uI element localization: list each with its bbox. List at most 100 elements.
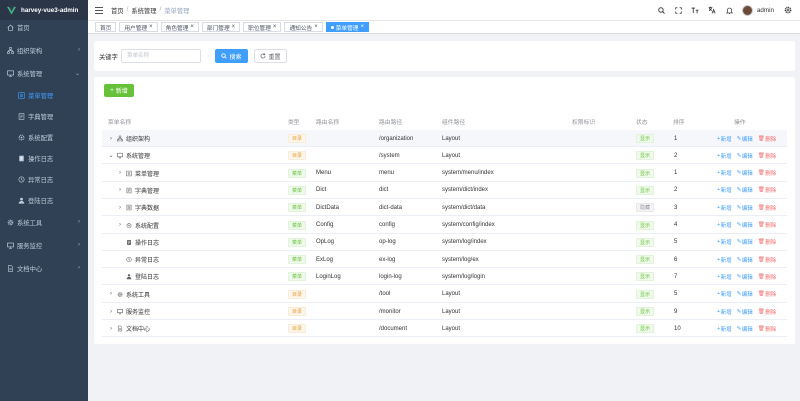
sidebar-item-0[interactable]: 首页 — [0, 21, 88, 33]
sidebar-item-5[interactable]: 系统配置 — [0, 131, 88, 143]
row-add-button[interactable]: + 新增 — [717, 169, 732, 177]
table-row[interactable]: › 服务监控 目录/monitor Layout 显示 9 + 新增 ✎ 编辑 🗑 删除 — [102, 303, 787, 320]
gear-icon[interactable] — [783, 6, 792, 15]
row-delete-button[interactable]: 🗑 删除 — [758, 204, 776, 212]
tag-0[interactable]: 首页 — [95, 22, 117, 32]
row-delete-button[interactable]: 🗑 删除 — [758, 186, 776, 194]
sidebar-item-7[interactable]: 异常日志 — [0, 173, 88, 185]
row-edit-button[interactable]: ✎ 编辑 — [737, 204, 753, 212]
status-badge: 显示 — [636, 185, 655, 195]
row-add-button[interactable]: + 新增 — [717, 325, 732, 333]
table-row[interactable]: › 文档中心 目录/document Layout 显示 10 + 新增 ✎ 编辑 🗑 删除 — [102, 320, 787, 338]
table-row[interactable]: 操作日志 菜单 OpLog op-log system/log/index 显示 5 + 新增… — [102, 234, 787, 251]
row-add-button[interactable]: + 新增 — [717, 204, 732, 212]
row-delete-button[interactable]: 🗑 删除 — [758, 135, 776, 143]
row-edit-button[interactable]: ✎ 编辑 — [737, 273, 753, 281]
sidebar-item-6[interactable]: 操作日志 — [0, 152, 88, 164]
tag-5[interactable]: 通知公告 × — [284, 22, 323, 32]
row-delete-button[interactable]: 🗑 删除 — [758, 152, 776, 160]
sidebar-item-10[interactable]: 服务监控 › — [0, 239, 88, 251]
add-menu-button[interactable]: + 新增 — [104, 84, 134, 97]
font-size-icon[interactable] — [691, 6, 700, 15]
chevron-right-icon[interactable]: › — [108, 136, 114, 142]
close-icon[interactable]: × — [273, 24, 277, 30]
chevron-right-icon[interactable]: › — [108, 326, 114, 332]
row-edit-button[interactable]: ✎ 编辑 — [737, 152, 753, 160]
row-add-button[interactable]: + 新增 — [717, 273, 732, 281]
chevron-right-icon[interactable]: › — [117, 187, 123, 193]
breadcrumb-item-home[interactable]: 首页 — [111, 6, 124, 15]
app-logo[interactable]: harvey-vue3-admin — [0, 0, 88, 20]
bell-icon[interactable] — [725, 6, 734, 15]
row-edit-button[interactable]: ✎ 编辑 — [737, 290, 753, 298]
row-edit-button[interactable]: ✎ 编辑 — [737, 186, 753, 194]
close-icon[interactable]: × — [190, 24, 194, 30]
tag-3[interactable]: 部门管理 × — [201, 22, 241, 32]
chevron-right-icon[interactable]: › — [117, 222, 123, 228]
sidebar-item-2[interactable]: 系统管理 ⌄ — [0, 67, 88, 79]
sidebar-item-3[interactable]: 菜单管理 — [0, 89, 88, 101]
language-icon[interactable] — [708, 6, 717, 15]
table-row[interactable]: › 系统工具 目录/tool Layout 显示 5 + 新增 ✎ 编辑 🗑 删除 — [102, 286, 787, 303]
tag-1[interactable]: 用户管理 × — [119, 22, 158, 32]
breadcrumb-item-system[interactable]: 系统管理 — [131, 6, 156, 15]
row-edit-button[interactable]: ✎ 编辑 — [737, 221, 753, 229]
table-row[interactable]: › 组织架构 目录/organization Layout 显示 1 + 新增 ✎ 编辑 🗑 删… — [102, 130, 787, 147]
sidebar-item-9[interactable]: 系统工具 › — [0, 216, 88, 228]
row-add-button[interactable]: + 新增 — [717, 238, 732, 246]
reset-button[interactable]: 重置 — [254, 49, 287, 63]
close-icon[interactable]: × — [232, 24, 236, 30]
search-button[interactable]: 搜索 — [215, 49, 248, 63]
table-row[interactable]: › 字典数据 菜单 DictData dict-data system/dict/data… — [102, 199, 787, 217]
row-add-button[interactable]: + 新增 — [717, 256, 732, 264]
close-icon[interactable]: × — [314, 24, 318, 30]
sidebar-item-4[interactable]: 字典管理 — [0, 110, 88, 122]
row-add-button[interactable]: + 新增 — [717, 308, 732, 316]
table-row[interactable]: 异常日志 菜单 ExLog ex-log system/log/ex 显示 6 + 新增 ✎ 编… — [102, 251, 787, 269]
row-edit-label: 编辑 — [741, 188, 753, 195]
row-edit-button[interactable]: ✎ 编辑 — [737, 325, 753, 333]
row-add-button[interactable]: + 新增 — [717, 290, 732, 298]
row-add-button[interactable]: + 新增 — [717, 186, 732, 194]
close-icon[interactable]: × — [360, 24, 364, 30]
row-delete-button[interactable]: 🗑 删除 — [758, 325, 776, 333]
row-delete-button[interactable]: 🗑 删除 — [758, 290, 776, 298]
search-icon[interactable] — [657, 6, 666, 15]
row-edit-button[interactable]: ✎ 编辑 — [737, 256, 753, 264]
row-delete-button[interactable]: 🗑 删除 — [758, 221, 776, 229]
tag-4[interactable]: 职位管理 × — [243, 22, 282, 32]
row-edit-button[interactable]: ✎ 编辑 — [737, 308, 753, 316]
chevron-right-icon[interactable]: › — [117, 170, 123, 176]
row-add-button[interactable]: + 新增 — [717, 135, 732, 143]
table-row[interactable]: 登陆日志 菜单 LoginLog login-log system/log/login 显… — [102, 268, 787, 286]
table-row[interactable]: › 菜单管理 菜单 Menu menu system/menu/index 显示 1 + 新增 ✎… — [102, 165, 787, 182]
table-row[interactable]: › 系统配置 菜单 Config config system/config/index 显示… — [102, 217, 787, 234]
chevron-down-icon[interactable]: ⌄ — [108, 152, 114, 159]
table-row[interactable]: ⌄ 系统管理 目录/system Layout 显示 2 + 新增 ✎ 编辑 🗑 删除 — [102, 147, 787, 165]
row-delete-button[interactable]: 🗑 删除 — [758, 169, 776, 177]
hamburger-icon[interactable] — [95, 6, 103, 14]
tag-2[interactable]: 角色管理 × — [160, 22, 199, 32]
row-edit-button[interactable]: ✎ 编辑 — [737, 169, 753, 177]
row-add-button[interactable]: + 新增 — [717, 221, 732, 229]
tag-6[interactable]: 菜单管理 × — [325, 22, 369, 32]
table-row[interactable]: › 字典管理 菜单 Dict dict system/dict/index 显示 2 + 新增 ✎… — [102, 182, 787, 199]
username[interactable]: admin — [757, 7, 774, 14]
fullscreen-icon[interactable] — [674, 6, 683, 15]
row-delete-button[interactable]: 🗑 删除 — [758, 238, 776, 246]
chevron-right-icon[interactable]: › — [117, 205, 123, 211]
row-edit-button[interactable]: ✎ 编辑 — [737, 238, 753, 246]
chevron-right-icon[interactable]: › — [108, 291, 114, 297]
search-input[interactable] — [121, 49, 201, 63]
sidebar-item-11[interactable]: 文档中心 › — [0, 262, 88, 274]
row-delete-button[interactable]: 🗑 删除 — [758, 308, 776, 316]
row-edit-button[interactable]: ✎ 编辑 — [737, 135, 753, 143]
sidebar-item-8[interactable]: 登陆日志 — [0, 194, 88, 206]
row-delete-button[interactable]: 🗑 删除 — [758, 256, 776, 264]
sidebar-item-1[interactable]: 组织架构 › — [0, 44, 88, 56]
row-delete-button[interactable]: 🗑 删除 — [758, 273, 776, 281]
avatar[interactable] — [741, 4, 753, 16]
close-icon[interactable]: × — [149, 24, 153, 30]
chevron-right-icon[interactable]: › — [108, 309, 114, 315]
row-add-button[interactable]: + 新增 — [717, 152, 732, 160]
